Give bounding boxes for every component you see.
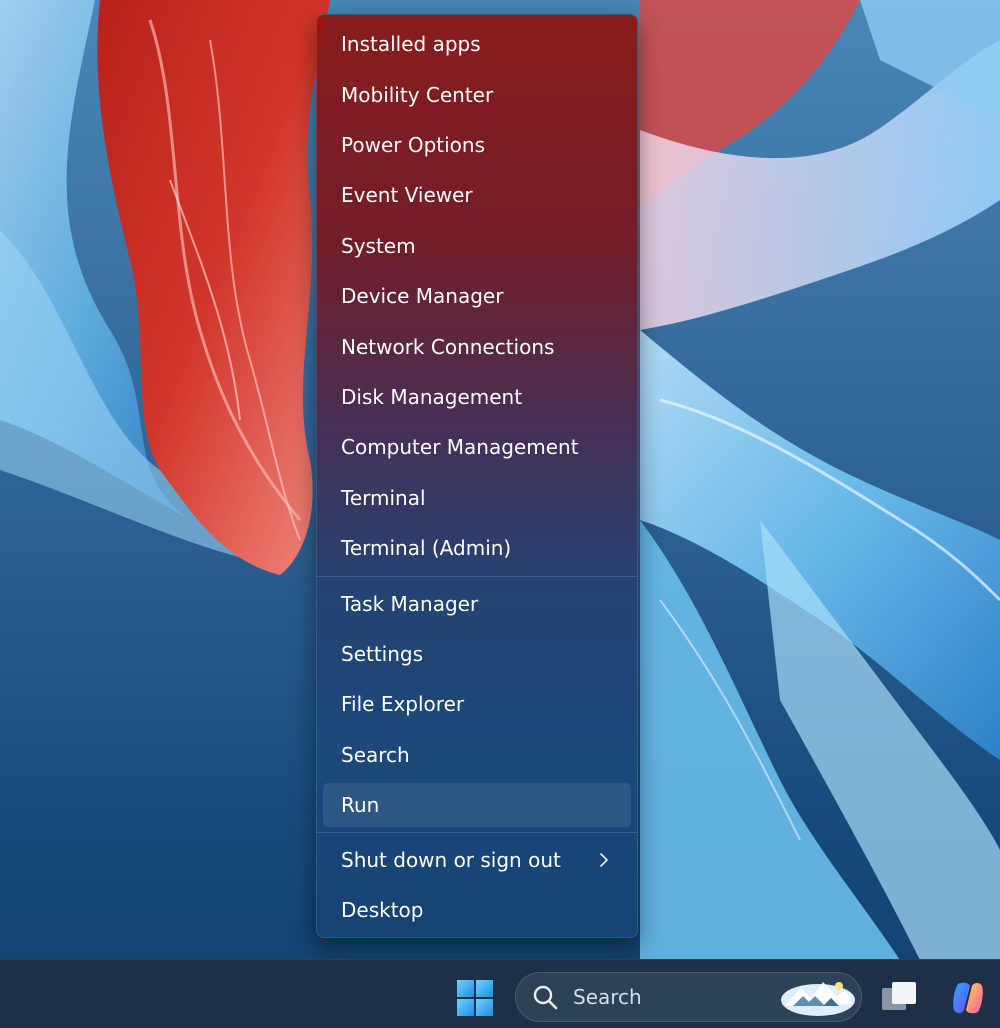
menu-item-label: Disk Management	[341, 385, 523, 409]
menu-item-shut-down-or-sign-out[interactable]: Shut down or sign out	[323, 838, 631, 882]
menu-item-label: File Explorer	[341, 692, 465, 716]
menu-item-label: Installed apps	[341, 32, 481, 56]
menu-item-installed-apps[interactable]: Installed apps	[323, 22, 631, 66]
menu-item-file-explorer[interactable]: File Explorer	[323, 682, 631, 726]
menu-item-disk-management[interactable]: Disk Management	[323, 375, 631, 419]
task-view-icon	[882, 982, 916, 1010]
menu-separator	[317, 576, 637, 577]
menu-item-terminal[interactable]: Terminal	[323, 476, 631, 520]
menu-item-event-viewer[interactable]: Event Viewer	[323, 173, 631, 217]
menu-item-label: Run	[341, 793, 380, 817]
menu-item-mobility-center[interactable]: Mobility Center	[323, 73, 631, 117]
copilot-button[interactable]	[944, 974, 992, 1022]
menu-item-label: Settings	[341, 642, 424, 666]
copilot-icon	[953, 982, 983, 1014]
menu-item-label: Network Connections	[341, 335, 555, 359]
menu-item-label: Power Options	[341, 133, 485, 157]
menu-item-system[interactable]: System	[323, 224, 631, 268]
start-button[interactable]	[451, 974, 499, 1022]
desktop[interactable]: Installed apps Mobility Center Power Opt…	[0, 0, 1000, 1028]
taskbar-search-box[interactable]: Search	[515, 972, 862, 1022]
windows-logo-icon	[457, 980, 493, 1016]
task-view-button[interactable]	[876, 976, 924, 1020]
menu-item-label: Event Viewer	[341, 183, 473, 207]
menu-item-terminal-admin[interactable]: Terminal (Admin)	[323, 526, 631, 570]
menu-item-label: Task Manager	[341, 592, 479, 616]
menu-item-run[interactable]: Run	[323, 783, 631, 827]
menu-item-computer-management[interactable]: Computer Management	[323, 425, 631, 469]
menu-item-label: Shut down or sign out	[341, 848, 561, 872]
winx-context-menu: Installed apps Mobility Center Power Opt…	[316, 14, 638, 938]
menu-item-search[interactable]: Search	[323, 733, 631, 777]
menu-item-network-connections[interactable]: Network Connections	[323, 325, 631, 369]
menu-item-task-manager[interactable]: Task Manager	[323, 582, 631, 626]
menu-item-label: Terminal (Admin)	[341, 536, 512, 560]
search-highlight-mountains-icon	[781, 982, 855, 1016]
menu-item-label: System	[341, 234, 416, 258]
search-placeholder: Search	[573, 985, 642, 1009]
menu-item-label: Computer Management	[341, 435, 579, 459]
menu-item-label: Desktop	[341, 898, 424, 922]
menu-item-device-manager[interactable]: Device Manager	[323, 274, 631, 318]
menu-item-desktop[interactable]: Desktop	[323, 888, 631, 932]
search-icon	[533, 985, 558, 1010]
menu-item-settings[interactable]: Settings	[323, 632, 631, 676]
taskbar: Search	[0, 959, 1000, 1028]
menu-separator	[317, 832, 637, 833]
menu-item-label: Device Manager	[341, 284, 504, 308]
menu-item-label: Search	[341, 743, 410, 767]
menu-item-label: Mobility Center	[341, 83, 494, 107]
menu-item-label: Terminal	[341, 486, 426, 510]
menu-item-power-options[interactable]: Power Options	[323, 123, 631, 167]
